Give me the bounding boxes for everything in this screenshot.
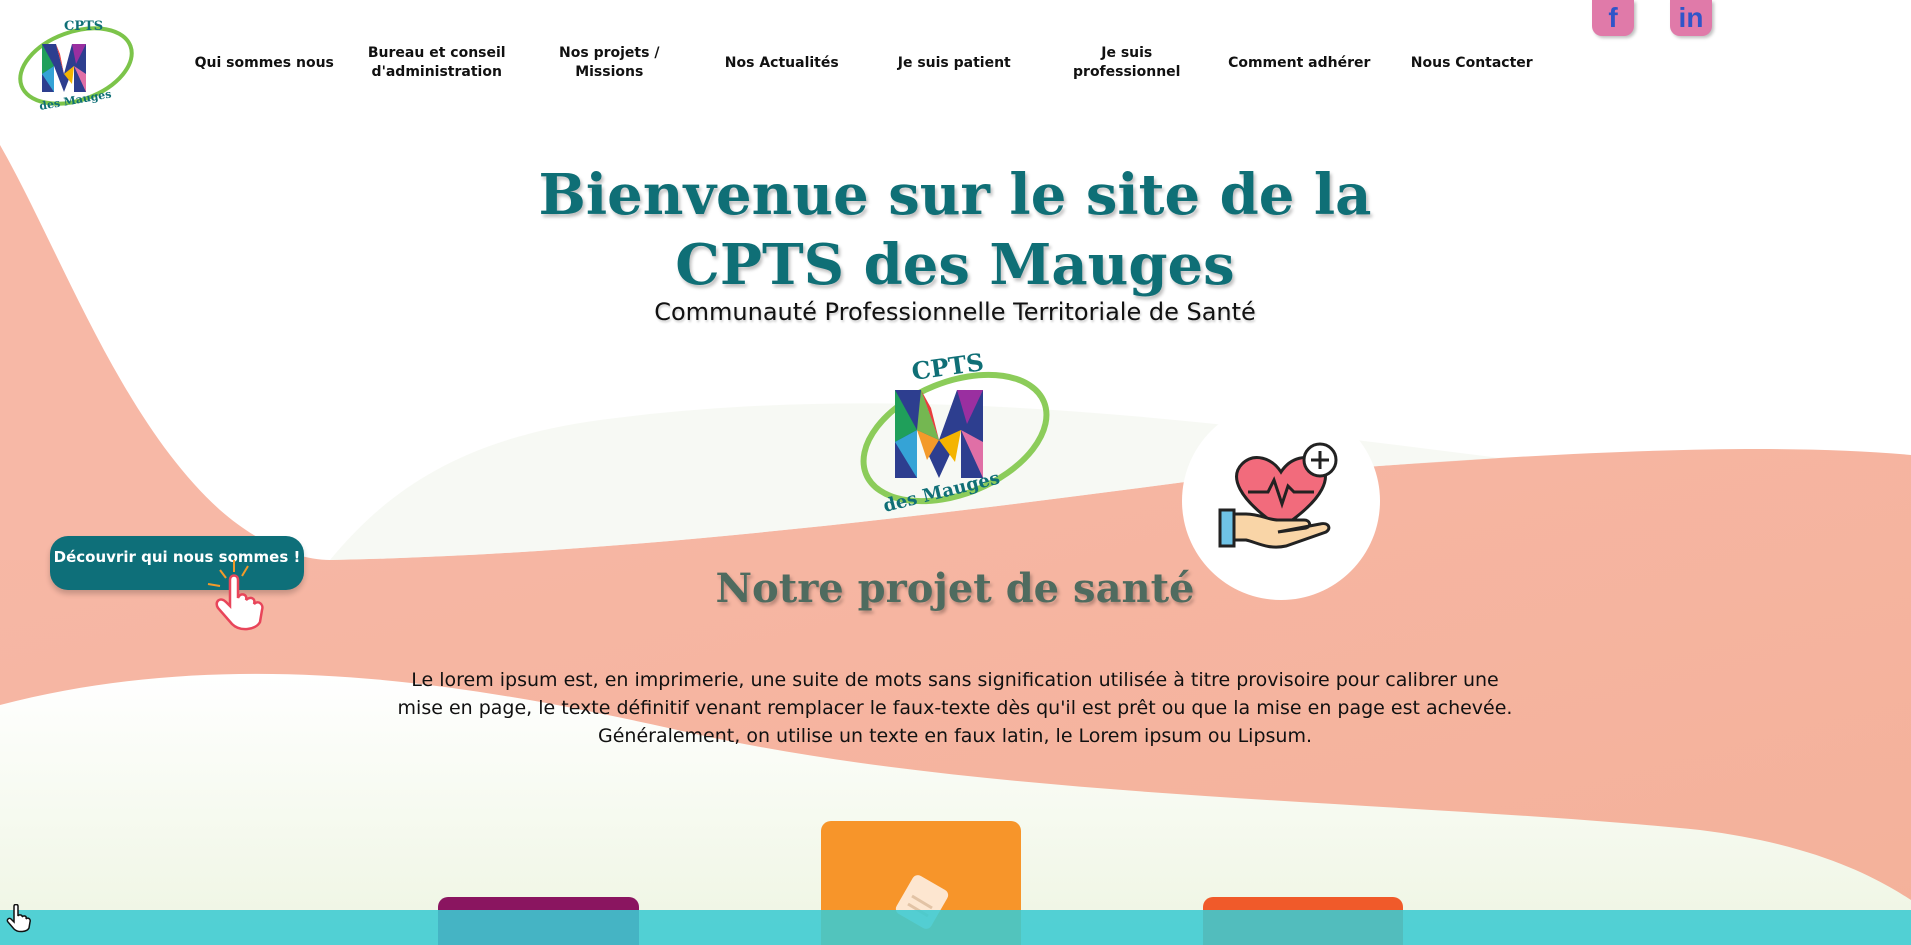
page-title: Bienvenue sur le site de la CPTS des Mau… [455, 160, 1455, 300]
title-line-1: Bienvenue sur le site de la [538, 162, 1372, 228]
facebook-button[interactable]: f [1592, 0, 1634, 36]
nav-item-adherer[interactable]: Comment adhérer [1213, 54, 1386, 73]
nav-item-contact[interactable]: Nous Contacter [1386, 54, 1559, 73]
heart-hand-icon [1218, 442, 1338, 549]
cpts-logo-large: CPTS des Mauges [860, 350, 1050, 517]
nav-item-qui-sommes-nous[interactable]: Qui sommes nous [178, 54, 351, 73]
linkedin-button[interactable]: in [1670, 0, 1712, 36]
nav-item-professionnel[interactable]: Je suis professionnel [1041, 44, 1214, 82]
logo-icon[interactable]: CPTS des Mauges [14, 14, 134, 114]
section-title: Notre projet de santé [715, 565, 1195, 612]
main-nav: Qui sommes nous Bureau et conseil d'admi… [178, 43, 1558, 83]
facebook-icon: f [1608, 2, 1618, 33]
linkedin-icon: in [1678, 2, 1704, 33]
svg-text:CPTS: CPTS [64, 19, 103, 34]
pointer-hand-icon [207, 560, 264, 631]
title-line-2: CPTS des Mauges [675, 232, 1235, 298]
nav-item-patient[interactable]: Je suis patient [868, 54, 1041, 73]
section-text: Le lorem ipsum est, en imprimerie, une s… [397, 669, 1513, 747]
nav-item-projets[interactable]: Nos projets / Missions [523, 44, 696, 82]
bottom-bar [0, 910, 1911, 945]
nav-item-actualites[interactable]: Nos Actualités [696, 54, 869, 73]
cursor-icon [6, 904, 31, 933]
page-subtitle: Communauté Professionnelle Territoriale … [654, 298, 1256, 326]
nav-item-bureau[interactable]: Bureau et conseil d'administration [351, 44, 524, 82]
svg-text:CPTS: CPTS [910, 350, 986, 386]
